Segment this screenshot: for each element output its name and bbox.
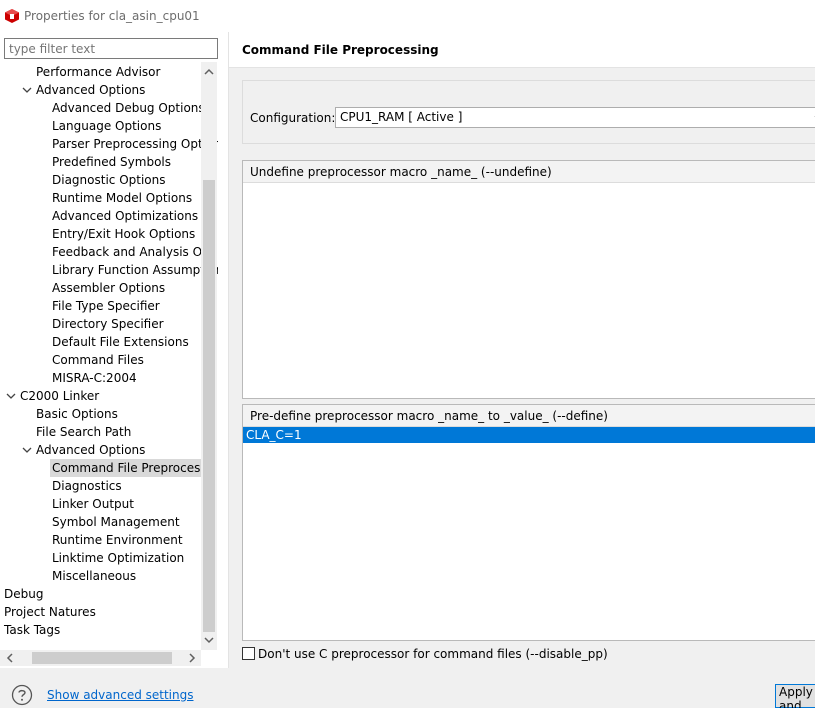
disable-pp-label: Don't use C preprocessor for command fil… [258,647,608,661]
tree-item[interactable]: Advanced Optimizations [0,207,201,225]
tree-item[interactable]: Command File Preprocessing [50,459,218,477]
tree-item-label: Symbol Management [52,515,180,529]
tree-item[interactable]: File Search Path [0,423,201,441]
tree-item-label: C2000 Linker [20,389,100,403]
tree-item-label: Project Natures [4,605,96,619]
tree-item[interactable]: Language Options [0,117,201,135]
tree-item-label: Diagnostic Options [52,173,166,187]
tree-item[interactable]: Project Natures [0,603,201,621]
chevron-down-icon[interactable] [22,445,32,455]
tree-item[interactable]: Performance Advisor [0,63,201,81]
tree-item[interactable]: Predefined Symbols [0,153,201,171]
chevron-down-icon[interactable] [22,85,32,95]
list-item[interactable]: CLA_C=1 [243,427,815,443]
tree-item-label: Basic Options [36,407,118,421]
tree-item-label: Directory Specifier [52,317,164,331]
tree-item[interactable]: Debug [0,585,201,603]
tree-item-label: Miscellaneous [52,569,137,583]
tree-item-label: Linktime Optimization [52,551,185,565]
tree-item-label: File Search Path [36,425,132,439]
tree-item-label: Advanced Optimizations [52,209,199,223]
tree-item[interactable]: Miscellaneous [0,567,201,585]
tree-item[interactable]: Runtime Environment [0,531,201,549]
scroll-left-arrow-icon[interactable] [2,650,18,666]
tree-item[interactable]: Advanced Options [0,81,201,99]
tree-item[interactable]: Diagnostics [0,477,201,495]
tree-item-label: Advanced Options [36,83,146,97]
scroll-down-arrow-icon[interactable] [201,632,217,648]
page-header: Command File Preprocessing [229,32,815,67]
help-icon[interactable] [11,684,33,706]
chevron-down-icon[interactable] [6,391,16,401]
filter-input[interactable] [4,38,218,59]
tree-item-label: Assembler Options [52,281,166,295]
tree-item[interactable]: Feedback and Analysis Options [0,243,218,261]
undefine-macro-list[interactable]: Undefine preprocessor macro _name_ (--un… [242,160,815,399]
tree-item-label: Language Options [52,119,162,133]
tree-item-label: Diagnostics [52,479,122,493]
tree-item[interactable]: Command Files [0,351,201,369]
tree-item-label: MISRA-C:2004 [52,371,137,385]
tree-item-label: Library Function Assumptions [52,263,218,277]
dialog-footer: Show advanced settings Apply and Close [0,668,815,708]
tree-item[interactable]: Linker Output [0,495,201,513]
tree-item-label: Predefined Symbols [52,155,172,169]
disable-pp-checkbox[interactable] [242,647,255,660]
tree-item[interactable]: Diagnostic Options [0,171,201,189]
tree-item-label: Linker Output [52,497,134,511]
tree-item[interactable]: File Type Specifier [0,297,201,315]
apply-and-close-button[interactable]: Apply and Close [775,684,815,708]
tree-item-label: Entry/Exit Hook Options [52,227,196,241]
tree-item[interactable]: Advanced Debug Options [0,99,205,117]
configuration-value: CPU1_RAM [ Active ] [340,110,463,124]
tree-item-label: Command File Preprocessing [52,461,218,475]
ti-logo-icon [5,9,19,23]
tree-item[interactable]: Task Tags [0,621,201,639]
tree-item-label: Runtime Environment [52,533,183,547]
page-content: Configuration: CPU1_RAM [ Active ] Undef… [229,68,815,668]
tree-item[interactable]: Advanced Options [0,441,201,459]
tree-item-label: Command Files [52,353,144,367]
tree-item-label: File Type Specifier [52,299,160,313]
tree-item[interactable]: C2000 Linker [0,387,201,405]
tree-item[interactable]: Basic Options [0,405,201,423]
configuration-label: Configuration: [250,111,336,125]
tree-item-label: Performance Advisor [36,65,161,79]
tree-item-label: Advanced Options [36,443,146,457]
tree-item-label: Feedback and Analysis Options [52,245,218,259]
tree-item[interactable]: Default File Extensions [0,333,201,351]
scroll-right-arrow-icon[interactable] [184,650,200,666]
tree-item[interactable]: Symbol Management [0,513,201,531]
tree-item[interactable]: Assembler Options [0,279,201,297]
define-list-header: Pre-define preprocessor macro _name_ to … [243,405,815,427]
tree-vertical-scroll-thumb[interactable] [203,180,215,632]
property-tree: Performance Advisor Advanced Options Advan… [0,62,218,668]
show-advanced-settings-link[interactable]: Show advanced settings [47,688,194,702]
tree-horizontal-scrollbar[interactable] [0,650,201,666]
configuration-group: Configuration: CPU1_RAM [ Active ] [242,80,815,144]
tree-item-label: Parser Preprocessing Options [52,137,218,151]
tree-item[interactable]: Linktime Optimization [0,549,201,567]
tree-item[interactable]: Entry/Exit Hook Options [0,225,201,243]
tree-item-label: Runtime Model Options [52,191,193,205]
tree-item[interactable]: MISRA-C:2004 [0,369,201,387]
page-title: Command File Preprocessing [242,43,439,57]
tree-item[interactable]: Directory Specifier [0,315,201,333]
tree-vertical-scrollbar[interactable] [201,62,217,650]
title-bar: Properties for cla_asin_cpu01 [0,0,815,32]
tree-item[interactable]: Runtime Model Options [0,189,201,207]
tree-item[interactable]: Library Function Assumptions [0,261,218,279]
window-title: Properties for cla_asin_cpu01 [24,9,200,23]
tree-horizontal-scroll-thumb[interactable] [32,652,172,664]
configuration-select[interactable]: CPU1_RAM [ Active ] [335,107,815,128]
tree-item-label: Advanced Debug Options [52,101,205,115]
scroll-up-arrow-icon[interactable] [201,64,217,80]
define-list-body: CLA_C=1 [243,427,815,443]
tree-item-label: Default File Extensions [52,335,189,349]
tree-item[interactable]: Parser Preprocessing Options [0,135,218,153]
define-macro-list[interactable]: Pre-define preprocessor macro _name_ to … [242,404,815,641]
undefine-list-header: Undefine preprocessor macro _name_ (--un… [243,161,815,183]
tree-item-label: Debug [4,587,44,601]
tree-item-label: Task Tags [4,623,61,637]
